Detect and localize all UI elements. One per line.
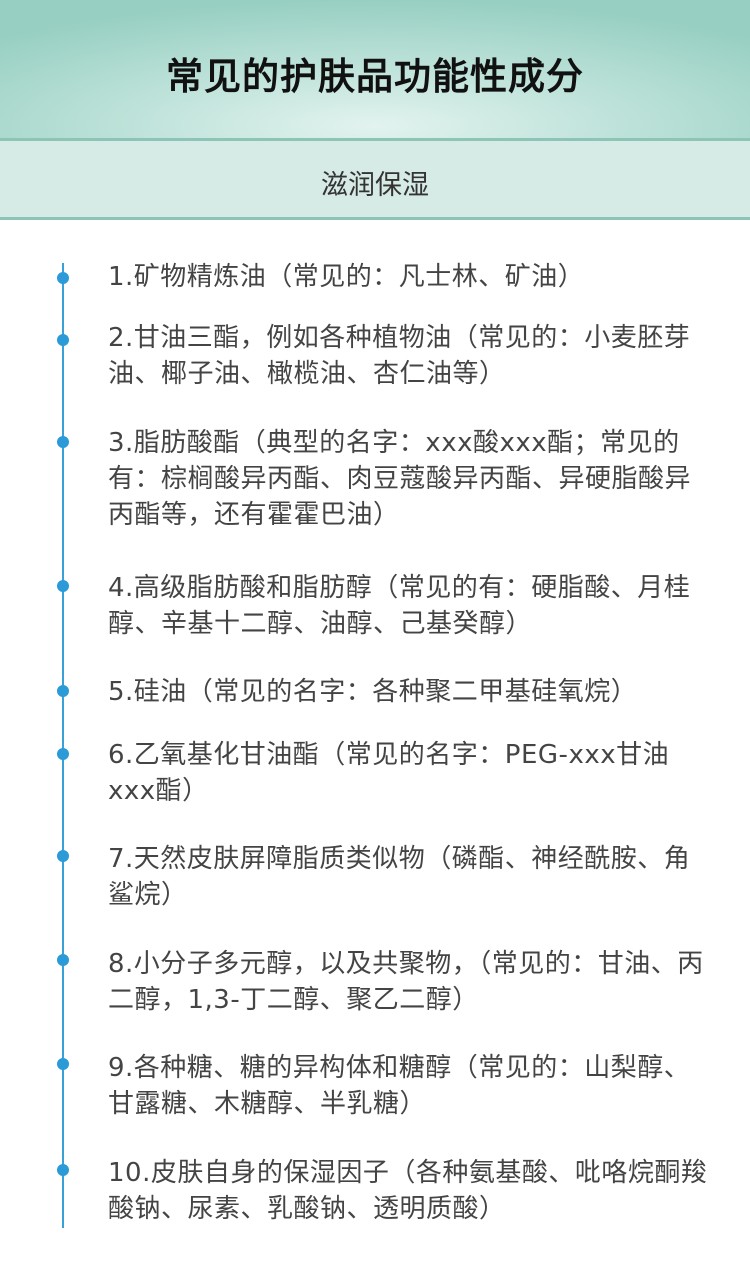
section-title: 滋润保湿 xyxy=(321,170,429,201)
list-item-text: 5.硅油（常见的名字：各种聚二甲基硅氧烷） xyxy=(108,677,638,707)
list-item-text: 7.天然皮肤屏障脂质类似物（磷酯、神经酰胺、角鲨烷） xyxy=(108,844,691,910)
section-divider xyxy=(0,217,750,220)
list-item-text: 6.乙氧基化甘油酯（常见的名字：PEG-xxx甘油xxx酯） xyxy=(108,740,670,806)
timeline-dot xyxy=(57,334,69,346)
timeline-dot xyxy=(57,685,69,697)
page-header: 常见的护肤品功能性成分 xyxy=(0,0,750,140)
timeline-dot xyxy=(57,954,69,966)
timeline-dot xyxy=(57,436,69,448)
section-header: 滋润保湿 xyxy=(0,141,750,217)
timeline-dot xyxy=(57,850,69,862)
list-item-text: 9.各种糖、糖的异构体和糖醇（常见的：山梨醇、甘露糖、木糖醇、半乳糖） xyxy=(108,1053,691,1119)
timeline-dot xyxy=(57,1164,69,1176)
timeline-dot xyxy=(57,748,69,760)
list-item-text: 10.皮肤自身的保湿因子（各种氨基酸、吡咯烷酮羧酸钠、尿素、乳酸钠、透明质酸） xyxy=(108,1158,708,1224)
list-item-text: 4.高级脂肪酸和脂肪醇（常见的有：硬脂酸、月桂醇、辛基十二醇、油醇、己基癸醇） xyxy=(108,573,691,639)
timeline-dot xyxy=(57,1058,69,1070)
list-item-text: 2.甘油三酯，例如各种植物油（常见的：小麦胚芽油、椰子油、橄榄油、杏仁油等） xyxy=(108,323,691,389)
timeline-line xyxy=(62,263,64,1228)
timeline-dot xyxy=(57,580,69,592)
page-title: 常见的护肤品功能性成分 xyxy=(166,55,584,98)
timeline-dot xyxy=(57,272,69,284)
list-item-text: 3.脂肪酸酯（典型的名字：xxx酸xxx酯；常见的有：棕榈酸异丙酯、肉豆蔻酸异丙… xyxy=(108,428,692,530)
list-item-text: 1.矿物精炼油（常见的：凡士林、矿油） xyxy=(108,262,585,292)
list-item-text: 8.小分子多元醇，以及共聚物，（常见的：甘油、丙二醇，1,3-丁二醇、聚乙二醇） xyxy=(108,949,704,1015)
